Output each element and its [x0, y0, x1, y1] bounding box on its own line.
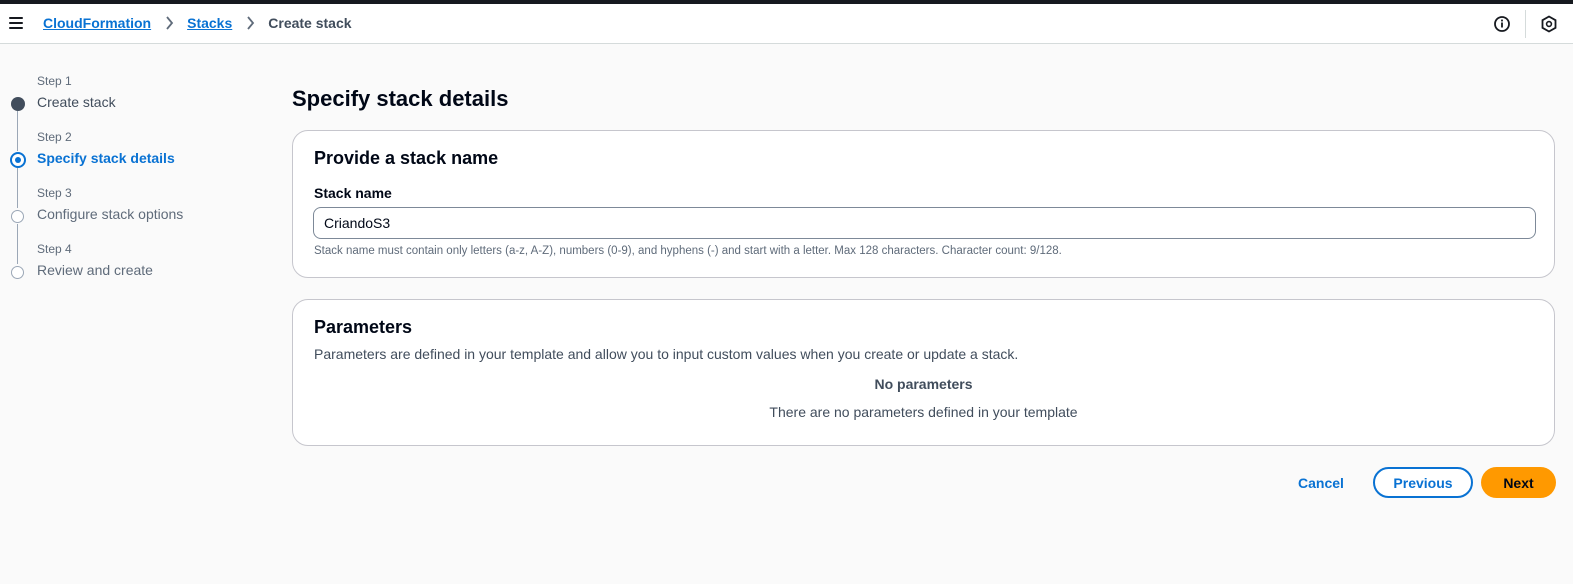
step-number: Step 4	[37, 242, 72, 256]
step-title[interactable]: Create stack	[37, 94, 116, 110]
step-number: Step 1	[37, 74, 72, 88]
page-title: Specify stack details	[292, 86, 509, 111]
parameters-description: Parameters are defined in your template …	[314, 346, 1019, 362]
parameters-container: Parameters Parameters are defined in you…	[292, 299, 1555, 446]
step-active-indicator	[10, 152, 26, 168]
previous-button[interactable]: Previous	[1373, 467, 1473, 498]
step-completed-indicator	[11, 97, 25, 111]
breadcrumb-current: Create stack	[268, 15, 352, 31]
step-2: Step 2 Specify stack details	[0, 130, 260, 180]
cancel-button[interactable]: Cancel	[1290, 467, 1352, 499]
breadcrumb-link-cloudformation[interactable]: CloudFormation	[43, 15, 151, 31]
menu-icon[interactable]	[6, 13, 26, 33]
section-title: Provide a stack name	[314, 148, 499, 168]
header-divider	[1525, 10, 1526, 38]
info-icon[interactable]	[1493, 15, 1511, 33]
chevron-right-icon	[244, 15, 256, 31]
step-1[interactable]: Step 1 Create stack	[0, 74, 260, 124]
step-title: Review and create	[37, 262, 153, 278]
breadcrumb: CloudFormation Stacks Create stack	[43, 15, 352, 31]
stack-name-constraint: Stack name must contain only letters (a-…	[314, 245, 1062, 257]
step-title: Specify stack details	[37, 150, 175, 166]
stack-name-input[interactable]	[313, 207, 1536, 239]
chevron-right-icon	[163, 15, 175, 31]
step-pending-indicator	[11, 266, 24, 279]
step-3: Step 3 Configure stack options	[0, 186, 260, 236]
breadcrumb-link-stacks[interactable]: Stacks	[187, 15, 232, 31]
stack-name-label: Stack name	[314, 185, 392, 201]
step-4: Step 4 Review and create	[0, 242, 260, 292]
empty-state-text: There are no parameters defined in your …	[769, 404, 1078, 420]
step-title: Configure stack options	[37, 206, 184, 222]
stack-name-container: Provide a stack name Stack name Stack na…	[292, 130, 1555, 278]
step-number: Step 3	[37, 186, 72, 200]
section-title: Parameters	[314, 317, 413, 337]
next-button[interactable]: Next	[1481, 467, 1556, 498]
step-number: Step 2	[37, 130, 72, 144]
empty-state-title: No parameters	[874, 376, 973, 392]
top-navigation-bar: CloudFormation Stacks Create stack	[0, 4, 1573, 44]
step-pending-indicator	[11, 210, 24, 223]
hexagon-icon[interactable]	[1540, 15, 1558, 33]
